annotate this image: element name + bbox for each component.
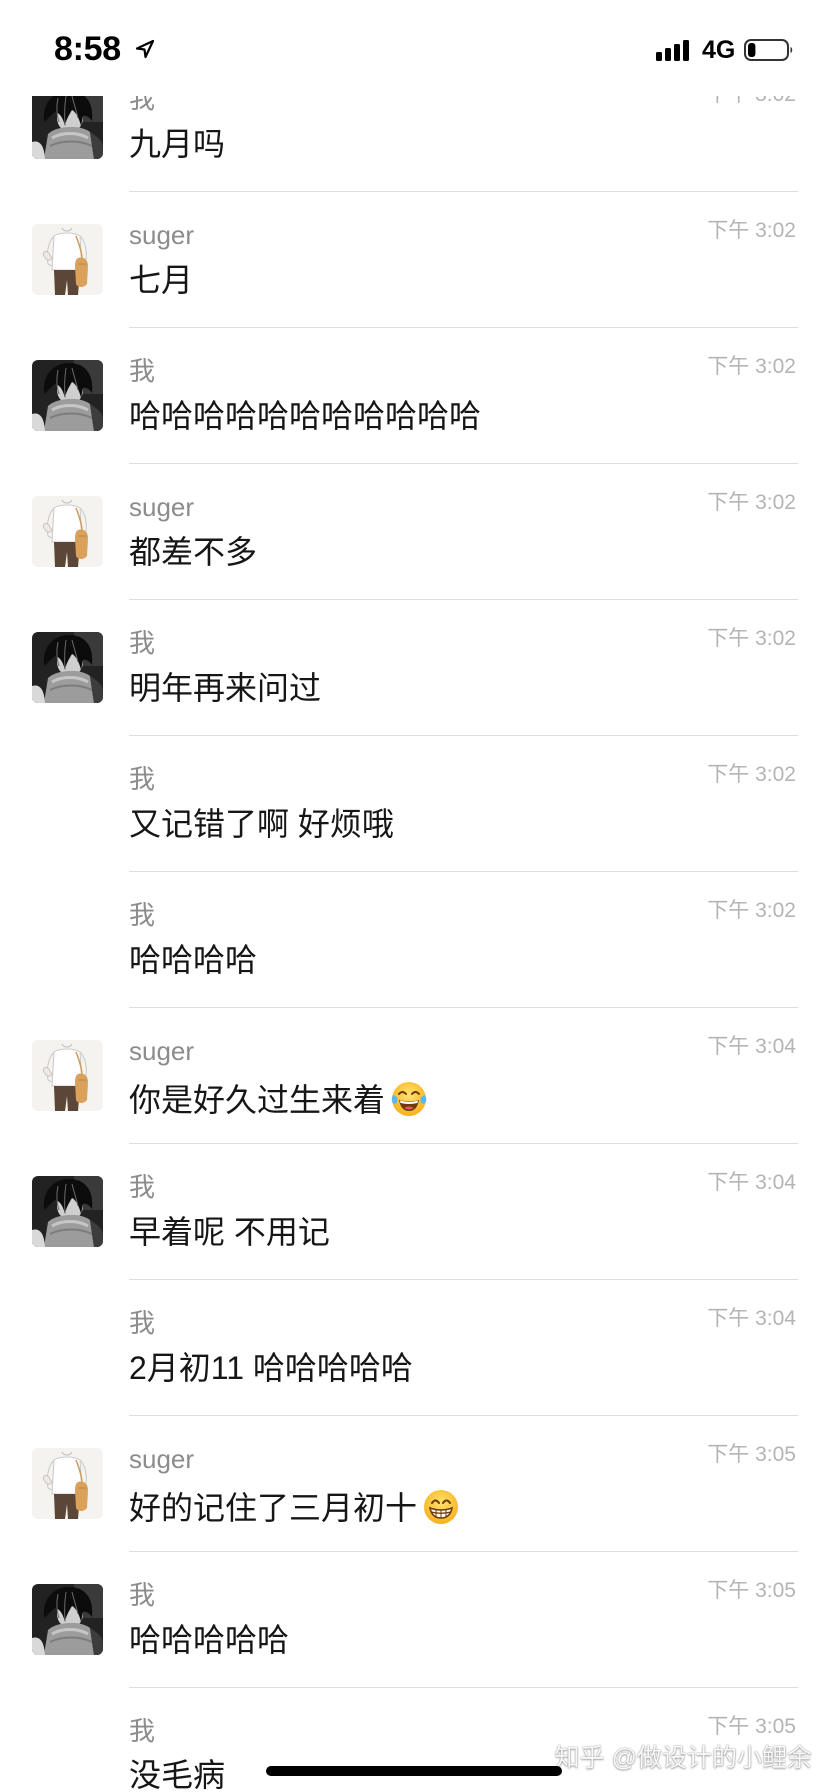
message-row[interactable]: 我 下午 3:04 2月初11 哈哈哈哈哈 [0, 1280, 828, 1416]
message-text-content: 好的记住了三月初十 [129, 1490, 418, 1526]
message-row[interactable]: 我 下午 3:04 早着呢 不用记 [0, 1144, 828, 1280]
status-time: 8:58 [54, 30, 121, 68]
message-time: 下午 3:02 [707, 355, 796, 378]
sender-name: suger [129, 492, 195, 522]
message-text: 你是好久过生来着 [129, 1079, 429, 1119]
message-list[interactable]: 我 下午 3:02 九月吗 suger 下午 3:02 七月 我 下午 3:02… [0, 0, 828, 1792]
avatar-me[interactable] [32, 88, 103, 159]
suger-avatar-icon [32, 1040, 103, 1111]
beaming-face-with-smiling-eyes-emoji-icon [421, 1487, 461, 1527]
message-time: 下午 3:02 [707, 219, 796, 242]
suger-avatar-icon [32, 224, 103, 295]
home-indicator[interactable] [266, 1766, 562, 1776]
suger-avatar-icon [32, 496, 103, 567]
avatar-suger[interactable] [32, 224, 103, 295]
message-text: 七月 [129, 262, 194, 298]
avatar-me[interactable] [32, 1176, 103, 1247]
location-arrow-icon [135, 39, 155, 59]
network-type: 4G [702, 36, 736, 64]
sender-name: 我 [129, 1580, 156, 1610]
message-row[interactable]: suger 下午 3:02 都差不多 [0, 464, 828, 600]
me-avatar-icon [32, 360, 103, 431]
me-avatar-icon [32, 1584, 103, 1655]
battery-icon [744, 39, 793, 61]
face-with-tears-of-joy-emoji-icon [389, 1079, 429, 1119]
watermark: 知乎 @做设计的小鲤余 [554, 1744, 812, 1772]
sender-name: 我 [129, 900, 156, 930]
avatar-suger[interactable] [32, 1040, 103, 1111]
sender-name: 我 [129, 356, 156, 386]
message-row[interactable]: suger 下午 3:04 你是好久过生来着 [0, 1008, 828, 1144]
message-time: 下午 3:05 [707, 1443, 796, 1466]
avatar-suger[interactable] [32, 1448, 103, 1519]
message-text: 好的记住了三月初十 [129, 1487, 461, 1527]
avatar-me[interactable] [32, 360, 103, 431]
message-row[interactable]: 我 下午 3:02 哈哈哈哈 [0, 872, 828, 1008]
message-text: 又记错了啊 好烦哦 [129, 806, 394, 842]
signal-bar [674, 44, 680, 61]
avatar-me[interactable] [32, 632, 103, 703]
message-text: 哈哈哈哈哈哈哈哈哈哈哈 [129, 398, 482, 434]
signal-bar [665, 48, 671, 61]
message-time: 下午 3:05 [707, 1579, 796, 1602]
suger-avatar-icon [32, 1448, 103, 1519]
message-row[interactable]: suger 下午 3:05 好的记住了三月初十 [0, 1416, 828, 1552]
sender-name: 我 [129, 764, 156, 794]
sender-name: suger [129, 1036, 195, 1066]
message-text-content: 你是好久过生来着 [129, 1082, 386, 1118]
sender-name: 我 [129, 1172, 156, 1202]
sender-name: 我 [129, 628, 156, 658]
message-time: 下午 3:02 [707, 491, 796, 514]
message-time: 下午 3:02 [707, 763, 796, 786]
message-text: 哈哈哈哈哈 [129, 1622, 290, 1658]
message-time: 下午 3:04 [707, 1035, 796, 1058]
chat-history-screen: 我 下午 3:02 九月吗 suger 下午 3:02 七月 我 下午 3:02… [0, 0, 828, 1792]
sender-name: 我 [129, 1716, 156, 1746]
message-time: 下午 3:02 [707, 627, 796, 650]
message-text: 明年再来问过 [129, 670, 322, 706]
message-time: 下午 3:04 [707, 1171, 796, 1194]
avatar-me[interactable] [32, 1584, 103, 1655]
battery-level-fill [748, 43, 756, 57]
message-text: 早着呢 不用记 [129, 1214, 330, 1250]
message-row[interactable]: suger 下午 3:02 七月 [0, 192, 828, 328]
sender-name: suger [129, 220, 195, 250]
message-row[interactable]: 我 下午 3:05 没毛病 [0, 1688, 828, 1792]
me-avatar-icon [32, 632, 103, 703]
message-time: 下午 3:02 [707, 899, 796, 922]
message-time: 下午 3:04 [707, 1307, 796, 1330]
signal-bar [656, 52, 662, 61]
sender-name: suger [129, 1444, 195, 1474]
signal-bar [683, 40, 689, 61]
status-bar: 8:58 4G [0, 0, 828, 96]
message-time: 下午 3:05 [707, 1715, 796, 1738]
me-avatar-icon [32, 88, 103, 159]
sender-name: 我 [129, 1308, 156, 1338]
message-text: 2月初11 哈哈哈哈哈 [129, 1350, 413, 1386]
message-row[interactable]: 我 下午 3:02 又记错了啊 好烦哦 [0, 736, 828, 872]
message-text: 哈哈哈哈 [129, 942, 258, 978]
message-row[interactable]: 我 下午 3:05 哈哈哈哈哈 [0, 1552, 828, 1688]
avatar-suger[interactable] [32, 496, 103, 567]
me-avatar-icon [32, 1176, 103, 1247]
message-row[interactable]: 我 下午 3:02 哈哈哈哈哈哈哈哈哈哈哈 [0, 328, 828, 464]
message-text: 九月吗 [129, 126, 226, 162]
message-text: 都差不多 [129, 534, 258, 570]
message-row[interactable]: 我 下午 3:02 明年再来问过 [0, 600, 828, 736]
message-text: 没毛病 [129, 1757, 226, 1792]
cellular-signal-icon [656, 40, 689, 61]
